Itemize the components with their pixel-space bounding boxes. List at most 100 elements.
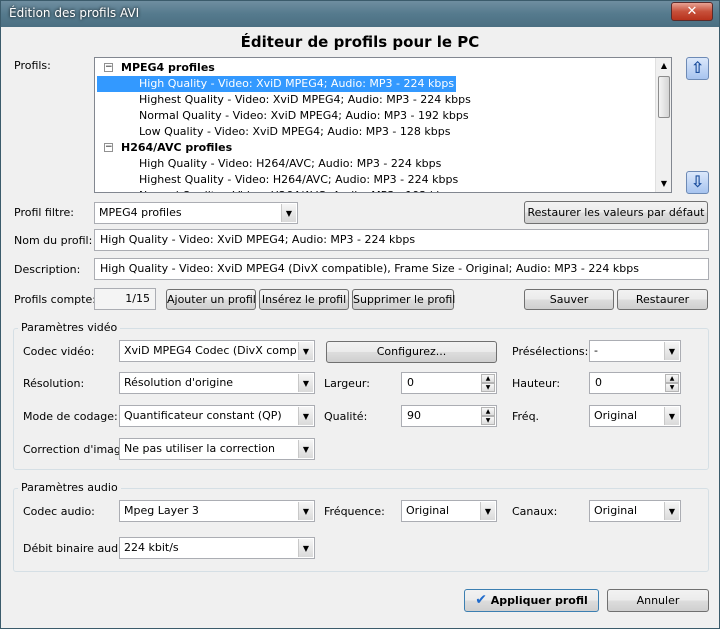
video-codec-select[interactable]: XviD MPEG4 Codec (DivX compatible ▼ — [119, 340, 315, 362]
chevron-down-icon: ▼ — [664, 342, 679, 360]
spin-down-icon[interactable]: ▼ — [481, 416, 495, 425]
profile-group-header[interactable]: H264/AVC profiles — [121, 140, 232, 156]
profile-list-item[interactable]: Highest Quality - Video: H264/AVC; Audio… — [97, 172, 460, 188]
restore-defaults-button[interactable]: Restaurer les valeurs par défaut — [524, 201, 708, 224]
profile-list-item[interactable]: Normal Quality - Video: XviD MPEG4; Audi… — [97, 108, 471, 124]
move-profile-down-button[interactable]: ⇩ — [686, 171, 709, 194]
quality-stepper[interactable]: 90 ▲ ▼ — [401, 405, 497, 427]
profile-count-label: Profils compte: — [14, 293, 96, 306]
page-title: Éditeur de profils pour le PC — [240, 33, 480, 51]
scroll-thumb[interactable] — [658, 76, 670, 118]
encoding-mode-value: Quantificateur constant (QP) — [124, 409, 282, 422]
image-correction-value: Ne pas utiliser la correction — [124, 442, 275, 455]
profile-list-item[interactable]: Normal Quality - Video: H264/AVC; Audio:… — [97, 188, 458, 192]
fps-select[interactable]: Original ▼ — [589, 405, 681, 427]
audio-frequency-select[interactable]: Original ▼ — [401, 500, 497, 522]
image-correction-label: Correction d'image: — [23, 443, 132, 456]
scroll-down-icon[interactable]: ▼ — [656, 176, 671, 192]
quality-value: 90 — [407, 409, 421, 422]
fps-value: Original — [594, 409, 638, 422]
presets-select[interactable]: - ▼ — [589, 340, 681, 362]
audio-bitrate-select[interactable]: 224 kbit/s ▼ — [119, 537, 315, 559]
audio-channels-select[interactable]: Original ▼ — [589, 500, 681, 522]
configure-button[interactable]: Configurez... — [326, 341, 497, 363]
filter-label: Profil filtre: — [14, 206, 74, 219]
audio-codec-label: Codec audio: — [23, 505, 95, 518]
encoding-mode-select[interactable]: Quantificateur constant (QP) ▼ — [119, 405, 315, 427]
width-stepper[interactable]: 0 ▲ ▼ — [401, 372, 497, 394]
width-value: 0 — [407, 376, 414, 389]
presets-value: - — [594, 344, 598, 357]
arrow-down-icon: ⇩ — [690, 172, 705, 191]
audio-channels-value: Original — [594, 504, 638, 517]
profile-name-input[interactable]: High Quality - Video: XviD MPEG4; Audio:… — [94, 229, 709, 251]
quality-label: Qualité: — [324, 410, 368, 423]
chevron-down-icon: ▼ — [664, 407, 679, 425]
spin-up-icon[interactable]: ▲ — [665, 374, 679, 383]
chevron-down-icon: ▼ — [480, 502, 495, 520]
insert-profile-button[interactable]: Insérez le profil — [259, 289, 349, 310]
profiles-label: Profils: — [14, 59, 51, 72]
audio-bitrate-label: Débit binaire audio: — [23, 542, 132, 555]
apply-profile-button[interactable]: ✔ Appliquer profil — [464, 589, 599, 612]
profile-name-label: Nom du profil: — [14, 234, 93, 247]
profile-list-item[interactable]: High Quality - Video: H264/AVC; Audio: M… — [97, 156, 443, 172]
window-title: Édition des profils AVI — [9, 6, 140, 20]
title-bar[interactable]: Édition des profils AVI ✕ — [1, 1, 719, 27]
restore-button[interactable]: Restaurer — [617, 289, 708, 310]
chevron-down-icon: ▼ — [298, 440, 313, 458]
chevron-down-icon: ▼ — [664, 502, 679, 520]
spin-down-icon[interactable]: ▼ — [665, 383, 679, 392]
close-button[interactable]: ✕ — [671, 2, 713, 21]
height-value: 0 — [595, 376, 602, 389]
add-profile-button[interactable]: Ajouter un profil — [166, 289, 256, 310]
save-button[interactable]: Sauver — [524, 289, 614, 310]
height-label: Hauteur: — [512, 377, 561, 390]
video-codec-label: Codec vidéo: — [23, 345, 95, 358]
profile-filter-select[interactable]: MPEG4 profiles ▼ — [94, 202, 298, 224]
cancel-button[interactable]: Annuler — [607, 589, 709, 612]
profile-list-item[interactable]: Low Quality - Video: XviD MPEG4; Audio: … — [97, 124, 452, 140]
image-correction-select[interactable]: Ne pas utiliser la correction ▼ — [119, 438, 315, 460]
audio-channels-label: Canaux: — [512, 505, 558, 518]
chevron-down-icon: ▼ — [281, 204, 296, 222]
resolution-select[interactable]: Résolution d'origine ▼ — [119, 372, 315, 394]
encoding-mode-label: Mode de codage: — [23, 410, 118, 423]
presets-label: Présélections: — [512, 345, 589, 358]
chevron-down-icon: ▼ — [298, 539, 313, 557]
description-input[interactable]: High Quality - Video: XviD MPEG4 (DivX c… — [94, 258, 709, 280]
chevron-down-icon: ▼ — [298, 374, 313, 392]
spin-up-icon[interactable]: ▲ — [481, 374, 495, 383]
collapse-icon[interactable]: − — [104, 143, 113, 152]
video-codec-value: XviD MPEG4 Codec (DivX compatible — [124, 344, 296, 357]
fps-label: Fréq. — [512, 410, 540, 423]
profile-list-item[interactable]: High Quality - Video: XviD MPEG4; Audio:… — [97, 76, 457, 92]
arrow-up-icon: ⇧ — [690, 58, 705, 77]
resolution-label: Résolution: — [23, 377, 85, 390]
delete-profile-button[interactable]: Supprimer le profil — [352, 289, 455, 310]
description-label: Description: — [14, 263, 81, 276]
audio-codec-select[interactable]: Mpeg Layer 3 ▼ — [119, 500, 315, 522]
profile-list-item[interactable]: Highest Quality - Video: XviD MPEG4; Aud… — [97, 92, 473, 108]
dialog-window: Édition des profils AVI ✕ Éditeur de pro… — [0, 0, 720, 629]
move-profile-up-button[interactable]: ⇧ — [686, 57, 709, 80]
profile-group-header[interactable]: MPEG4 profiles — [121, 60, 215, 76]
chevron-down-icon: ▼ — [298, 407, 313, 425]
width-label: Largeur: — [324, 377, 370, 390]
audio-frequency-value: Original — [406, 504, 450, 517]
height-stepper[interactable]: 0 ▲ ▼ — [589, 372, 681, 394]
profile-filter-value: MPEG4 profiles — [99, 206, 182, 219]
apply-profile-label: Appliquer profil — [490, 594, 588, 607]
scroll-up-icon[interactable]: ▲ — [656, 58, 671, 74]
chevron-down-icon: ▼ — [298, 502, 313, 520]
checkmark-icon: ✔ — [475, 592, 487, 608]
spin-up-icon[interactable]: ▲ — [481, 407, 495, 416]
profiles-list[interactable]: − MPEG4 profiles High Quality - Video: Xvi… — [94, 57, 672, 193]
video-settings-legend: Paramètres vidéo — [18, 321, 121, 334]
audio-codec-value: Mpeg Layer 3 — [124, 504, 199, 517]
profiles-scrollbar[interactable]: ▲ ▼ — [655, 58, 671, 192]
collapse-icon[interactable]: − — [104, 63, 113, 72]
profile-count-field: 1/15 — [94, 288, 156, 310]
spin-down-icon[interactable]: ▼ — [481, 383, 495, 392]
chevron-down-icon: ▼ — [298, 342, 313, 360]
